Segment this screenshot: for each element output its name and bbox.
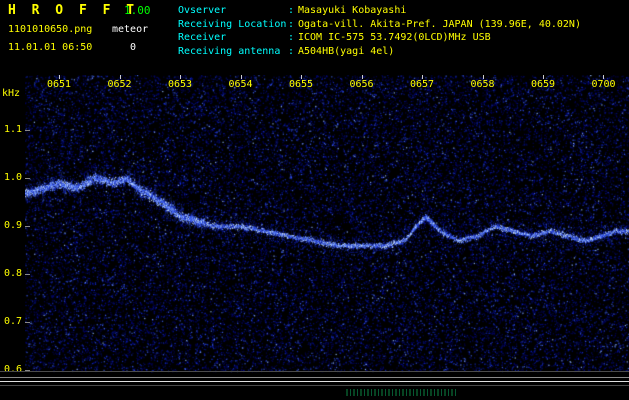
info-row-antenna: Receiving antenna: A504HB(yagi 4el) [178, 45, 581, 59]
y-axis-unit-label: kHz [2, 88, 21, 99]
info-value: Masayuki Kobayashi [298, 5, 407, 16]
time-tick-label: 0652 [107, 79, 132, 90]
info-value: Ogata-vill. Akita-Pref. JAPAN (139.96E, … [298, 18, 581, 30]
info-label: Ovserver [178, 5, 227, 16]
time-tick-label: 0700 [591, 79, 616, 90]
freq-tick-mark [25, 130, 30, 131]
spectrogram-canvas [25, 75, 629, 400]
info-label: Receiving antenna [178, 45, 281, 57]
time-tick-label: 0654 [228, 79, 253, 90]
freq-tick-label: 0.6 [3, 364, 22, 375]
info-label: Receiver [178, 32, 227, 44]
time-tick-label: 0656 [349, 79, 374, 90]
signal-strip-gridline [0, 371, 629, 372]
freq-tick-label: 0.9 [3, 220, 22, 231]
freq-tick-mark [25, 178, 30, 179]
freq-tick-label: 0.7 [3, 316, 22, 327]
info-label: Receiving Location [178, 18, 287, 30]
signal-strip-gridline [0, 377, 629, 378]
freq-tick-label: 0.8 [3, 268, 22, 279]
station-info-block: Ovserver: Masayuki Kobayashi Receiving Lo… [178, 4, 581, 58]
app-version: 1.00 [124, 4, 151, 17]
freq-tick-mark [25, 274, 30, 275]
info-separator: : [288, 32, 295, 44]
meteor-mode-label: meteor [112, 24, 149, 35]
info-value: A504HB(yagi 4el) [298, 45, 395, 57]
info-separator: : [288, 5, 295, 16]
info-value: ICOM IC-575 53.7492(0LCD)MHz USB [298, 32, 491, 44]
time-tick-label: 0653 [167, 79, 193, 90]
info-row-receiver: Receiver: ICOM IC-575 53.7492(0LCD)MHz US… [178, 31, 581, 45]
freq-tick-mark [25, 322, 30, 323]
info-row-observer: Ovserver: Masayuki Kobayashi [178, 4, 581, 18]
output-filename: 1101010650.png [8, 24, 93, 35]
freq-tick-label: 1.0 [3, 172, 22, 183]
hrofft-spectrogram-screen: H R O F F T 1.00 1101010650.png meteor 1… [0, 0, 629, 400]
freq-tick-label: 1.1 [3, 124, 22, 135]
signal-strip-gridline [0, 381, 629, 382]
info-row-location: Receiving Location: Ogata-vill. Akita-Pre… [178, 18, 581, 32]
time-tick-label: 0655 [288, 79, 314, 90]
time-tick-label: 0651 [46, 79, 72, 90]
info-separator: : [288, 45, 295, 57]
time-tick-label: 0658 [470, 79, 495, 90]
time-tick-label: 0659 [530, 79, 556, 90]
freq-tick-mark [25, 226, 30, 227]
signal-strip-gridline [0, 385, 629, 386]
capture-datetime: 11.01.01 06:50 [8, 42, 93, 53]
info-separator: : [288, 18, 295, 30]
meteor-count: 0 [130, 42, 137, 53]
time-tick-label: 0657 [409, 79, 435, 90]
footer-partial-text [346, 389, 458, 396]
app-title: H R O F F T [8, 3, 139, 18]
